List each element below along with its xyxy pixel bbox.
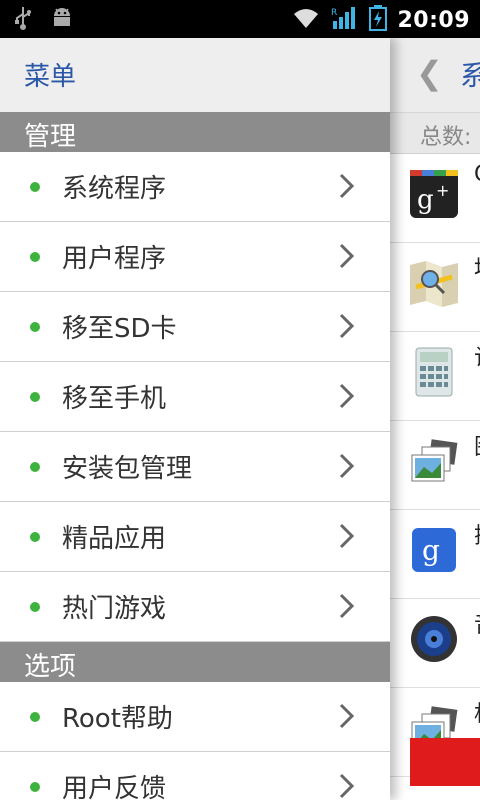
menu-item-label: 系统程序 [62,174,167,204]
chevron-right-icon [339,243,355,269]
speaker-icon [408,613,460,665]
drawer-header: 菜单 [0,38,390,112]
menu-item-feedback[interactable]: 用户反馈 [0,752,390,800]
app-row[interactable]: g 搜 [390,510,480,599]
maps-icon [408,257,460,309]
menu-item-label: 热门游戏 [62,594,167,624]
app-name: 音 [474,607,480,639]
menu-item-system-apps[interactable]: 系统程序 [0,152,390,222]
wifi-icon [291,6,321,34]
menu-item-label: 精品应用 [62,524,167,554]
bullet-dot-icon [30,712,40,722]
chevron-right-icon [339,453,355,479]
menu-item-label: 移至手机 [62,384,167,414]
menu-item-move-to-sd[interactable]: 移至SD卡 [0,292,390,362]
bullet-dot-icon [30,392,40,402]
bullet-dot-icon [30,602,40,612]
usb-icon [14,6,32,34]
clock: 20:09 [397,7,470,33]
section-title: 选项 [24,652,77,682]
section-header-manage: 管理 [0,112,390,152]
app-name: G [474,162,480,187]
main-title: 系 [460,59,480,92]
svg-text:g: g [422,534,440,567]
app-name: 计 [474,340,480,372]
chevron-right-icon [339,173,355,199]
chevron-right-icon [339,593,355,619]
section-header-options: 选项 [0,642,390,682]
battery-charging-icon [369,5,388,35]
chevron-right-icon [339,313,355,339]
menu-drawer: 菜单 管理 系统程序 用户程序 移至SD卡 移至手机 安装包管理 精品应用 热门… [0,38,390,800]
app-name: 地 [474,251,480,283]
android-debug-icon [50,6,74,34]
app-list-panel: ❮ 系 总数: g + G [390,38,480,800]
app-row[interactable]: 地 [390,243,480,332]
menu-item-user-apps[interactable]: 用户程序 [0,222,390,292]
drawer-title: 菜单 [24,62,77,92]
section-title: 管理 [24,122,77,152]
app-name: 图 [474,429,480,461]
app-row[interactable]: 计 [390,332,480,421]
action-button[interactable] [410,738,480,786]
chevron-right-icon [339,523,355,549]
menu-item-apk-manager[interactable]: 安装包管理 [0,432,390,502]
menu-item-label: 安装包管理 [62,454,193,484]
app-name: 搜 [474,518,480,550]
calculator-icon [408,346,460,398]
bullet-dot-icon [30,182,40,192]
google-plus-icon: g + [408,168,460,220]
chevron-left-icon[interactable]: ❮ [416,54,443,92]
count-label: 总数: [420,125,472,150]
bullet-dot-icon [30,462,40,472]
menu-item-label: 用户反馈 [62,774,167,800]
app-name: 相 [474,696,480,728]
svg-text:g: g [417,185,434,215]
bullet-dot-icon [30,532,40,542]
chevron-right-icon [339,703,355,729]
bullet-dot-icon [30,322,40,332]
count-row: 总数: [390,113,480,154]
chevron-right-icon [339,773,355,799]
menu-item-root-help[interactable]: Root帮助 [0,682,390,752]
menu-item-label: 用户程序 [62,244,167,274]
menu-item-label: 移至SD卡 [62,314,177,344]
menu-item-label: Root帮助 [62,704,173,734]
status-bar: R 20:09 [0,0,480,38]
gallery-icon [408,435,460,487]
main-header: ❮ 系 [390,38,480,113]
bullet-dot-icon [30,252,40,262]
bullet-dot-icon [30,782,40,792]
app-row[interactable]: 图 [390,421,480,510]
app-row[interactable]: g + G [390,154,480,243]
signal-icon: R [331,5,359,35]
google-search-icon: g [408,524,460,576]
chevron-right-icon [339,383,355,409]
menu-item-featured-apps[interactable]: 精品应用 [0,502,390,572]
menu-item-move-to-phone[interactable]: 移至手机 [0,362,390,432]
app-row[interactable]: 音 [390,599,480,688]
svg-text:R: R [331,8,337,18]
menu-item-hot-games[interactable]: 热门游戏 [0,572,390,642]
svg-text:+: + [436,181,449,200]
